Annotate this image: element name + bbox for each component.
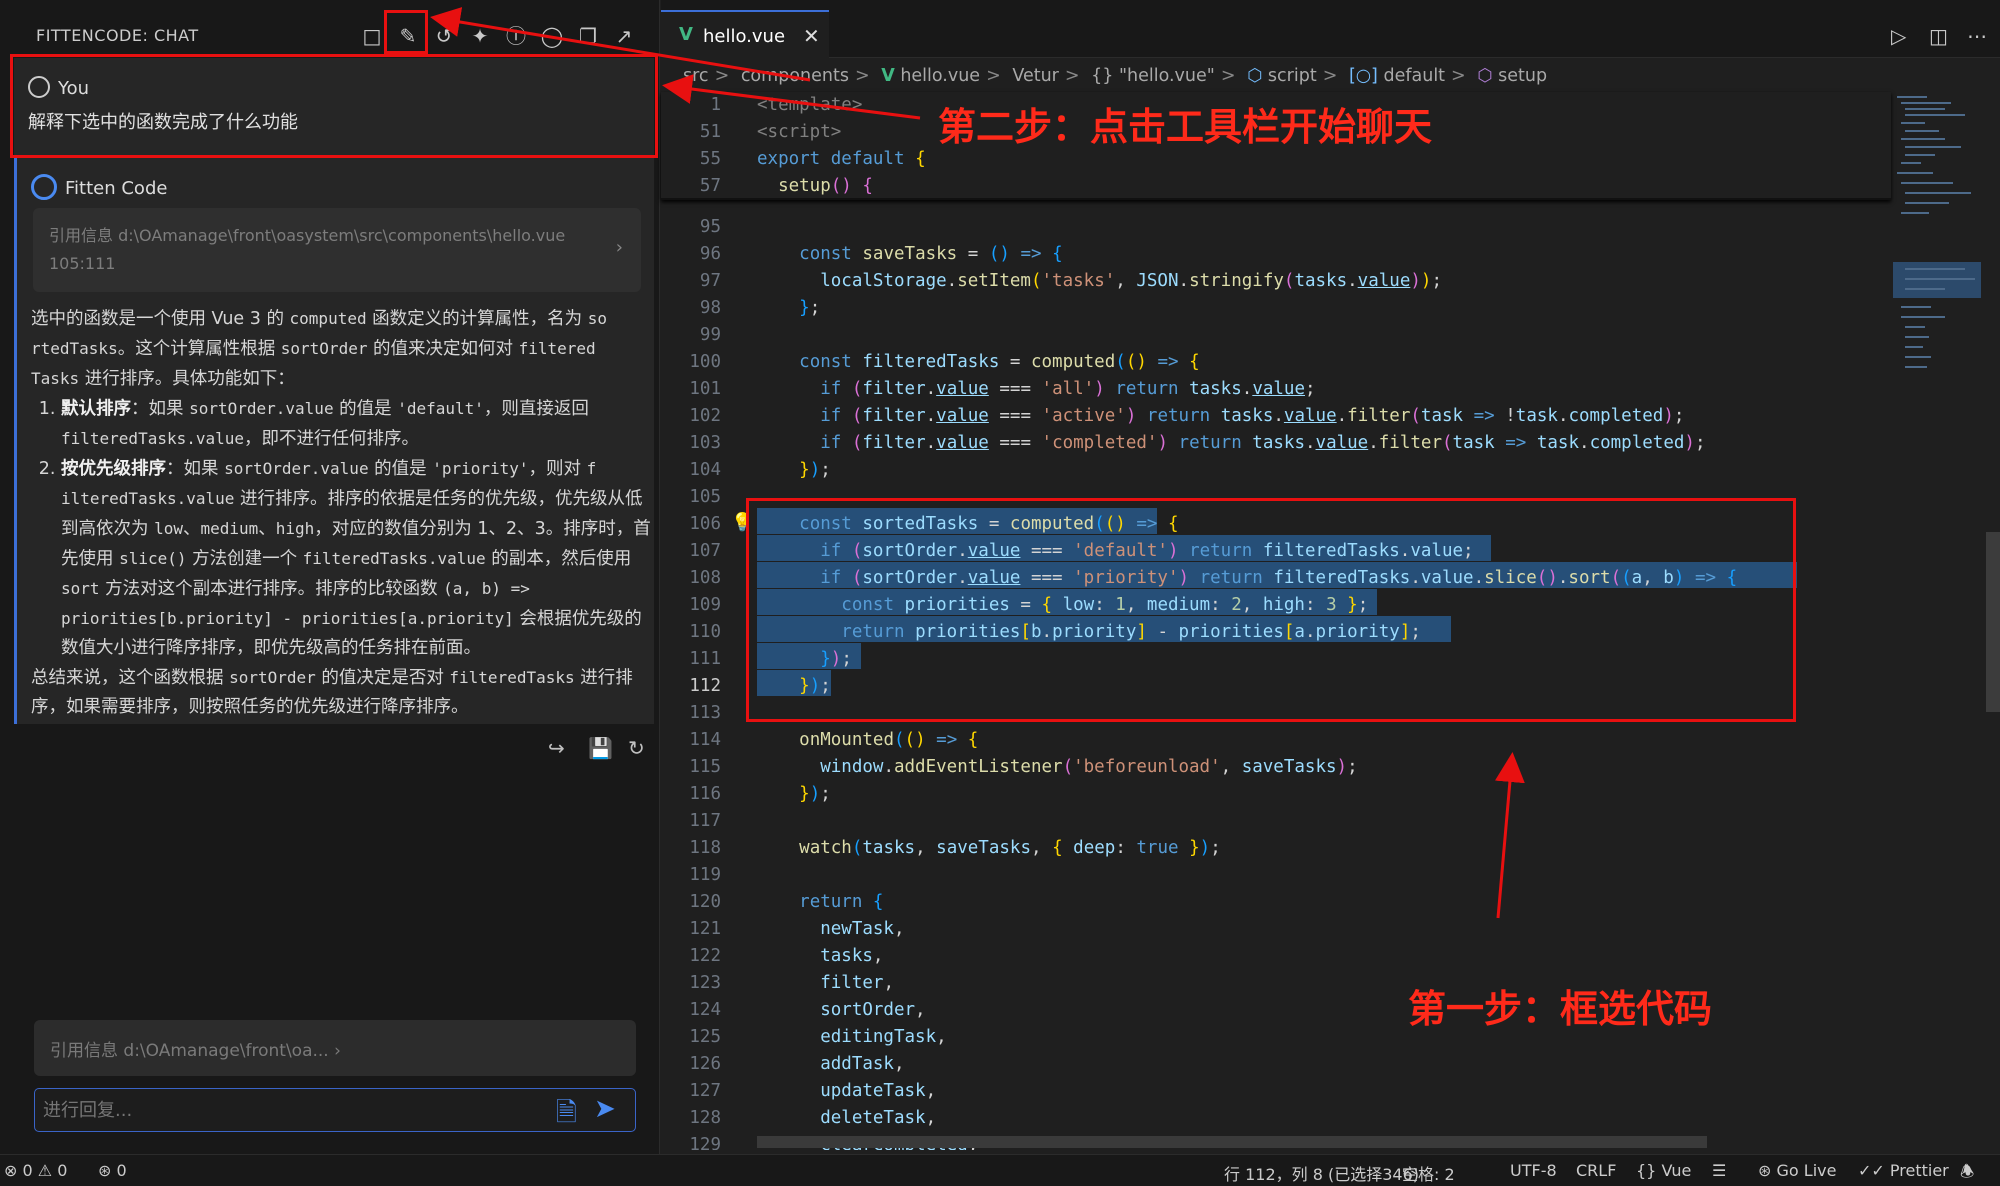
info-icon[interactable]: ⓘ: [502, 22, 530, 50]
ports-indicator[interactable]: ⊛ 0: [98, 1161, 127, 1180]
annotation-box-question: [10, 54, 658, 158]
error-icon: ⊗: [4, 1161, 18, 1180]
save-icon[interactable]: 💾: [588, 736, 613, 760]
tab-hello-vue[interactable]: V hello.vue ✕: [661, 10, 829, 58]
help-icon[interactable]: ◯: [538, 22, 566, 50]
breadcrumb-src[interactable]: src: [683, 66, 709, 86]
run-icon[interactable]: ▷: [1891, 24, 1906, 48]
vertical-scrollbar[interactable]: [1983, 92, 2000, 1152]
magic-wand-icon[interactable]: ✦: [466, 22, 494, 50]
breadcrumb-components[interactable]: components: [741, 66, 849, 86]
more-actions-icon[interactable]: ⋯: [1967, 24, 1987, 48]
breadcrumb-module[interactable]: {} "hello.vue": [1091, 66, 1215, 86]
close-icon[interactable]: ✕: [803, 24, 820, 48]
bot-message: Fitten Code 引用信息 d:\OAmanage\front\oasys…: [14, 156, 654, 724]
chevron-right-icon: ›: [615, 237, 623, 258]
check-icon: ✓✓: [1858, 1161, 1885, 1180]
braces-icon: {}: [1636, 1161, 1657, 1180]
bot-label: Fitten Code: [31, 174, 167, 200]
variable-icon: [○]: [1348, 66, 1378, 86]
vscode-window: FITTENCODE: CHAT □ ✎ ↺ ✦ ⓘ ◯ ❐ ↗ You 解释下…: [0, 0, 2000, 1186]
answer-intro: 选中的函数是一个使用 Vue 3 的 computed 函数定义的计算属性，名为…: [31, 309, 607, 389]
annotation-box-toolbar: [384, 10, 428, 54]
encoding[interactable]: UTF-8: [1510, 1161, 1557, 1180]
minimap[interactable]: [1891, 92, 1983, 1152]
chevron-right-icon: ›: [334, 1041, 341, 1061]
go-live-button[interactable]: ⊛ Go Live: [1758, 1161, 1836, 1180]
vue-file-icon: V: [679, 24, 693, 45]
line-ending[interactable]: CRLF: [1576, 1161, 1616, 1180]
method-icon: ⬡: [1477, 66, 1493, 86]
indentation[interactable]: 空格: 2: [1402, 1161, 1455, 1185]
reference-info[interactable]: 引用信息 d:\OAmanage\front\oasystem\src\comp…: [33, 208, 641, 292]
warning-icon: ⚠: [37, 1161, 53, 1180]
insert-code-icon[interactable]: ↪: [548, 736, 565, 760]
breadcrumb-default[interactable]: default: [1383, 66, 1445, 86]
input-reference[interactable]: 引用信息 d:\OAmanage\front\oa... ›: [34, 1020, 636, 1076]
answer-summary: 总结来说，这个函数根据 sortOrder 的值决定是否对 filteredTa…: [31, 668, 633, 717]
annotation-step1: 第一步：框选代码: [1408, 987, 1713, 1031]
chat-title: FITTENCODE: CHAT: [36, 26, 199, 45]
cursor-position[interactable]: 行 112，列 8 (已选择346): [1224, 1161, 1419, 1185]
annotation-box-code: [746, 498, 1796, 722]
broadcast-icon: ⊛: [1758, 1161, 1772, 1180]
attach-image-icon[interactable]: 🗎: [556, 1094, 577, 1138]
regenerate-icon[interactable]: ↻: [628, 736, 645, 760]
prettier-button[interactable]: ✓✓ Prettier: [1858, 1161, 1949, 1180]
problems-indicator[interactable]: ⊗ 0 ⚠ 0: [4, 1161, 67, 1180]
status-bar: ⊗ 0 ⚠ 0 ⊛ 0 行 112，列 8 (已选择346) 空格: 2 UTF…: [0, 1154, 2000, 1186]
chat-input[interactable]: [34, 1088, 636, 1132]
fitten-logo-icon: [31, 174, 57, 200]
tab-bar: V hello.vue ✕ ▷ ◫ ⋯: [661, 0, 2000, 58]
chat-panel: FITTENCODE: CHAT □ ✎ ↺ ✦ ⓘ ◯ ❐ ↗ You 解释下…: [0, 0, 660, 1154]
history-icon[interactable]: ↺: [430, 22, 458, 50]
vue-file-icon: V: [881, 66, 895, 86]
list-item: 按优先级排序：如果 sortOrder.value 的值是 'priority'…: [61, 454, 651, 663]
send-icon[interactable]: ➤: [594, 1094, 616, 1124]
copy-icon[interactable]: ❐: [574, 22, 602, 50]
export-icon[interactable]: ↗: [610, 22, 638, 50]
new-chat-icon[interactable]: □: [358, 22, 386, 50]
breadcrumb-script[interactable]: script: [1268, 66, 1317, 86]
split-editor-icon[interactable]: ◫: [1929, 24, 1948, 48]
breadcrumb-file[interactable]: hello.vue: [900, 66, 980, 86]
breadcrumb-vetur[interactable]: Vetur: [1012, 66, 1059, 86]
bell-icon[interactable]: 🕭: [1960, 1161, 1974, 1186]
answer-list: 默认排序：如果 sortOrder.value 的值是 'default'，则直…: [61, 394, 651, 663]
breadcrumb-setup[interactable]: setup: [1498, 66, 1547, 86]
language-mode[interactable]: {} Vue: [1636, 1161, 1691, 1180]
list-item: 默认排序：如果 sortOrder.value 的值是 'default'，则直…: [61, 394, 651, 454]
broadcast-icon: ⊛: [98, 1161, 112, 1180]
cube-icon: ⬡: [1247, 66, 1263, 86]
bot-answer: 选中的函数是一个使用 Vue 3 的 computed 函数定义的计算属性，名为…: [31, 304, 651, 722]
annotation-step2: 第二步：点击工具栏开始聊天: [938, 105, 1433, 149]
fitten-status-icon[interactable]: ☰: [1712, 1161, 1726, 1180]
horizontal-scrollbar[interactable]: [757, 1136, 1707, 1148]
breadcrumb: src > components > V hello.vue > Vetur > {} …: [683, 66, 1548, 86]
